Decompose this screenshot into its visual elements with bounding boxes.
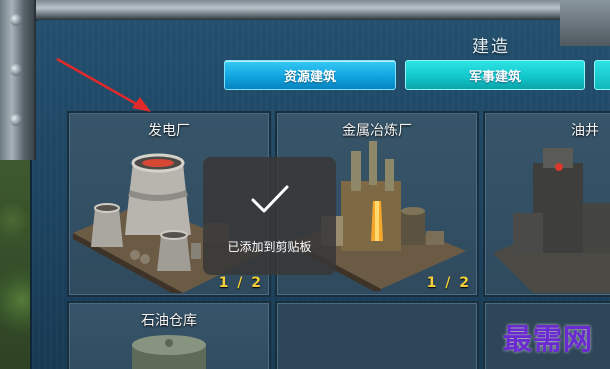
- panel-frame-top: [30, 0, 610, 20]
- panel-title: 建造: [472, 37, 510, 57]
- panel-frame-left: [0, 0, 36, 160]
- tab-military-buildings[interactable]: 军事建筑: [405, 60, 585, 90]
- building-name: 发电厂: [148, 123, 190, 139]
- building-count: 1 / 2: [218, 275, 263, 291]
- watermark: 最需网: [503, 322, 594, 356]
- panel-frame-corner: [560, 0, 610, 46]
- oil-depot-icon: [132, 335, 206, 369]
- building-name: 石油仓库: [141, 313, 197, 329]
- oil-well-icon: [493, 148, 610, 293]
- bolt-icon: [10, 114, 22, 126]
- building-card-empty: [275, 301, 479, 369]
- building-count: 1 / 2: [426, 275, 471, 291]
- building-card-oil-well[interactable]: 油井: [483, 111, 610, 297]
- building-name: 金属冶炼厂: [342, 123, 412, 139]
- category-tabs: 资源建筑 军事建筑: [224, 60, 610, 90]
- game-screen: 建造 资源建筑 军事建筑 发电厂 1 / 2 金属冶炼厂 1 / 2 油井 石油…: [0, 0, 610, 369]
- tab-resource-buildings[interactable]: 资源建筑: [224, 60, 396, 90]
- checkmark-icon: [251, 185, 289, 213]
- clipboard-toast: 已添加到剪贴板: [203, 157, 336, 275]
- tab-more[interactable]: [594, 60, 610, 90]
- toast-message: 已添加到剪贴板: [227, 240, 312, 254]
- annotation-arrow-icon: [56, 57, 151, 112]
- bolt-icon: [10, 64, 22, 76]
- bolt-icon: [10, 14, 22, 26]
- building-card-oil-depot[interactable]: 石油仓库: [67, 301, 271, 369]
- building-name: 油井: [571, 123, 599, 139]
